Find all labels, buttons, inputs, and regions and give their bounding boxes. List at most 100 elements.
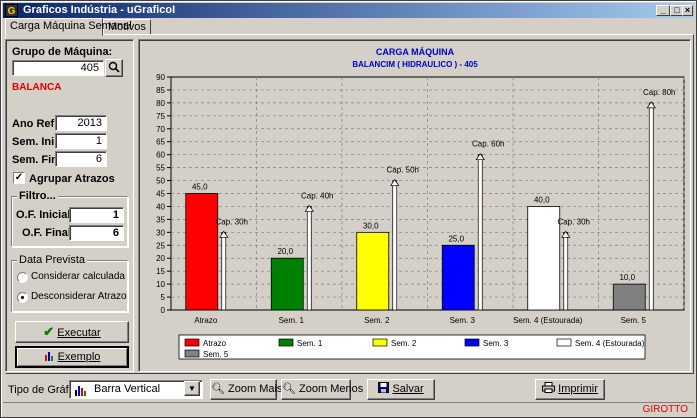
y-tick-label: 10: [156, 280, 165, 289]
radio-desconsiderar-label: Desconsiderar Atrazo: [31, 291, 127, 302]
x-tick-label: Sem. 5: [621, 316, 647, 325]
window-title: Graficos Indústria - uGraficoI: [23, 4, 176, 16]
zoom-menos-button[interactable]: 🔍︎ Zoom Menos: [281, 379, 363, 400]
y-tick-label: 40: [156, 202, 165, 211]
y-tick-label: 85: [156, 86, 165, 95]
y-tick-label: 30: [156, 228, 165, 237]
filter-panel: Grupo de Máquina: 405 BALANCA Ano Ref.: …: [5, 39, 134, 372]
tipo-select[interactable]: Barra Vertical ▼: [69, 380, 203, 399]
close-button[interactable]: ×: [682, 5, 693, 16]
bar-value-label: 10,0: [619, 273, 635, 282]
capacity-arrow: [563, 231, 569, 311]
bar: [612, 283, 646, 311]
ano-label: Ano Ref.:: [12, 118, 61, 130]
legend-label: Sem. 2: [391, 339, 417, 348]
bar: [527, 206, 561, 311]
app-icon: G: [5, 4, 18, 17]
sem-fin-input[interactable]: 6: [55, 151, 107, 167]
y-tick-label: 25: [156, 241, 165, 250]
plot-area: 0 5 10 15 20 25 30 35 40 45 50 55 60 65 70 75 80 85 90 45,0…: [156, 73, 685, 325]
of-inicial-label: O.F. Inicial:: [16, 209, 75, 221]
data-prevista-group: Data Prevista Considerar calculada Desco…: [11, 254, 128, 312]
grupo-name: BALANCA: [12, 82, 62, 93]
zoom-mais-button[interactable]: 🔍︎ Zoom Mais: [210, 379, 282, 400]
y-tick-label: 20: [156, 254, 165, 263]
bar-chart-icon: [75, 386, 86, 396]
executar-button[interactable]: ✔ Executar: [15, 321, 129, 343]
of-final-input[interactable]: 6: [69, 225, 124, 241]
capacity-arrow: [306, 206, 312, 311]
grupo-input[interactable]: 405: [12, 60, 104, 76]
capacity-arrow: [392, 180, 398, 311]
y-tick-label: 35: [156, 215, 165, 224]
legend-label: Sem. 5: [203, 350, 229, 359]
capacity-label: Cap. 30h: [216, 217, 248, 226]
legend-swatch: [464, 338, 480, 347]
legend-swatch: [372, 338, 388, 347]
capacity-arrow: [648, 102, 654, 311]
x-tick-label: Sem. 1: [279, 316, 305, 325]
zoom-in-icon: 🔍︎: [211, 383, 225, 395]
bar: [270, 257, 304, 311]
legend-label: Sem. 3: [483, 339, 509, 348]
capacity-label: Cap. 50h: [387, 166, 419, 175]
legend-swatch: [184, 349, 200, 358]
status-bar: GIROTTO: [3, 402, 694, 416]
y-tick-label: 80: [156, 99, 165, 108]
radio-considerar-label: Considerar calculada: [31, 271, 125, 282]
y-tick-label: 75: [156, 112, 165, 121]
exemplo-button[interactable]: Exemplo: [15, 346, 129, 368]
filtro-group: Filtro... O.F. Inicial: 1 O.F. Final: 6: [11, 190, 128, 247]
chart-icon: [44, 352, 53, 361]
legend-swatch: [278, 338, 294, 347]
chart-subtitle: BALANCIM ( HIDRAULICO ) - 405: [352, 60, 478, 69]
y-tick-label: 50: [156, 177, 165, 186]
x-tick-label: Sem. 2: [364, 316, 390, 325]
imprimir-button[interactable]: Imprimir: [535, 379, 605, 400]
sem-ini-input[interactable]: 1: [55, 133, 107, 149]
y-tick-label: 55: [156, 164, 165, 173]
y-tick-label: 90: [156, 73, 165, 82]
capacity-label: Cap. 60h: [472, 140, 504, 149]
minimize-button[interactable]: _: [656, 5, 670, 16]
sem-ini-label: Sem. Ini.:: [12, 136, 61, 148]
save-icon: [378, 382, 390, 393]
legend-label: Atrazo: [203, 339, 227, 348]
agrupar-checkbox[interactable]: ✓: [13, 172, 25, 184]
status-user: GIROTTO: [642, 404, 688, 415]
legend-swatch: [556, 338, 572, 347]
check-icon: ✔: [43, 324, 55, 339]
capacity-label: Cap. 30h: [558, 217, 590, 226]
legend-label: Sem. 4 (Estourada): [575, 339, 645, 348]
x-tick-label: Atrazo: [194, 316, 218, 325]
capacity-arrow: [477, 154, 483, 311]
x-tick-label: Sem. 3: [450, 316, 476, 325]
radio-considerar-calculada[interactable]: [17, 272, 28, 283]
capacity-label: Cap. 40h: [301, 191, 333, 200]
search-icon: [108, 61, 120, 73]
chevron-down-icon[interactable]: ▼: [184, 381, 200, 396]
bar-value-label: 20,0: [277, 247, 293, 256]
y-tick-label: 60: [156, 151, 165, 160]
of-inicial-input[interactable]: 1: [69, 207, 124, 223]
radio-desconsiderar-atrazo[interactable]: [17, 292, 28, 303]
grupo-label: Grupo de Máquina:: [12, 46, 113, 58]
chart-legend: Atrazo Sem. 1 Sem. 2 Sem. 3 Sem. 4 (Estourad…: [178, 334, 646, 360]
salvar-button[interactable]: Salvar: [367, 379, 435, 400]
tab-carga-maquina[interactable]: Carga Máquina Semanal: [5, 18, 132, 36]
chart-area: CARGA MÁQUINA BALANCIM ( HIDRAULICO ) - …: [138, 39, 691, 372]
printer-icon: [542, 382, 556, 393]
tipo-value: Barra Vertical: [94, 383, 161, 395]
y-tick-label: 5: [161, 293, 166, 302]
ano-input[interactable]: 2013: [55, 115, 107, 131]
bar: [356, 231, 390, 311]
y-tick-label: 65: [156, 138, 165, 147]
legend-swatch: [184, 338, 200, 347]
bar-value-label: 45,0: [192, 183, 208, 192]
title-bar: G Graficos Indústria - uGraficoI _ □ ×: [3, 3, 694, 18]
chart-title: CARGA MÁQUINA: [376, 47, 455, 57]
y-tick-label: 70: [156, 125, 165, 134]
y-tick-label: 15: [156, 267, 165, 276]
bar-value-label: 40,0: [534, 195, 550, 204]
search-button[interactable]: [105, 59, 123, 77]
